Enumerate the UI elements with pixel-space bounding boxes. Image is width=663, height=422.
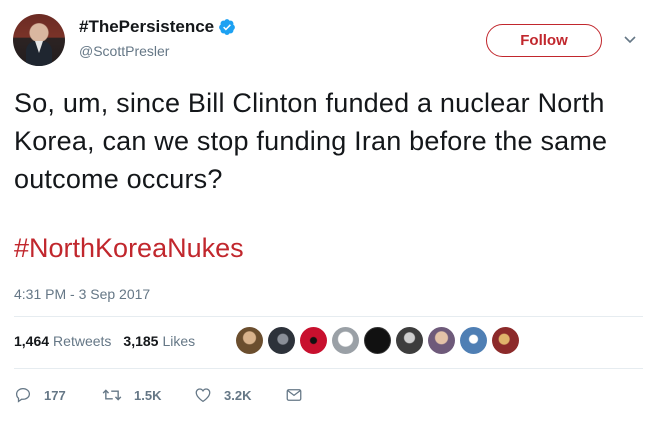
tweet-stats: 1,464 Retweets 3,185 Likes xyxy=(14,333,195,349)
retweet-count: 1.5K xyxy=(134,387,162,403)
liker-avatar[interactable] xyxy=(364,327,391,354)
name-row: #ThePersistence xyxy=(79,17,236,37)
retweet-icon xyxy=(102,389,122,401)
reply-action[interactable]: 177 xyxy=(14,386,102,404)
reply-count: 177 xyxy=(44,387,66,403)
retweets-count: 1,464 xyxy=(14,333,50,349)
liker-avatar[interactable] xyxy=(236,327,263,354)
liker-avatar[interactable] xyxy=(396,327,423,354)
chevron-down-icon[interactable] xyxy=(623,35,637,45)
reply-icon xyxy=(15,387,31,403)
avatar[interactable] xyxy=(13,14,65,66)
retweets-stat[interactable]: 1,464 Retweets xyxy=(14,333,111,349)
verified-badge-icon xyxy=(219,19,236,35)
divider xyxy=(14,316,643,317)
likes-count: 3,185 xyxy=(123,333,159,349)
likes-stat[interactable]: 3,185 Likes xyxy=(123,333,195,349)
user-handle[interactable]: @ScottPresler xyxy=(79,43,169,59)
liker-avatar[interactable] xyxy=(460,327,487,354)
tweet-text: So, um, since Bill Clinton funded a nucl… xyxy=(14,88,608,194)
display-name[interactable]: #ThePersistence xyxy=(79,17,214,37)
liker-avatar[interactable] xyxy=(300,327,327,354)
likes-label: Likes xyxy=(162,333,196,349)
like-action[interactable]: 3.2K xyxy=(194,386,285,404)
retweet-action[interactable]: 1.5K xyxy=(102,386,194,404)
like-count: 3.2K xyxy=(224,387,252,403)
tweet-actions: 177 1.5K 3.2K xyxy=(14,386,303,404)
divider xyxy=(14,368,643,369)
liker-avatar[interactable] xyxy=(332,327,359,354)
heart-icon xyxy=(195,388,211,403)
liker-avatar[interactable] xyxy=(428,327,455,354)
envelope-icon xyxy=(286,389,302,401)
liker-avatar[interactable] xyxy=(492,327,519,354)
hashtag-link[interactable]: #NorthKoreaNukes xyxy=(14,229,244,267)
tweet-card: #ThePersistence @ScottPresler Follow So,… xyxy=(0,0,663,422)
retweets-label: Retweets xyxy=(53,333,112,349)
direct-message-action[interactable] xyxy=(285,386,303,404)
likers-avatars xyxy=(236,327,524,354)
follow-button[interactable]: Follow xyxy=(486,24,602,57)
tweet-timestamp[interactable]: 4:31 PM - 3 Sep 2017 xyxy=(14,286,150,302)
liker-avatar[interactable] xyxy=(268,327,295,354)
